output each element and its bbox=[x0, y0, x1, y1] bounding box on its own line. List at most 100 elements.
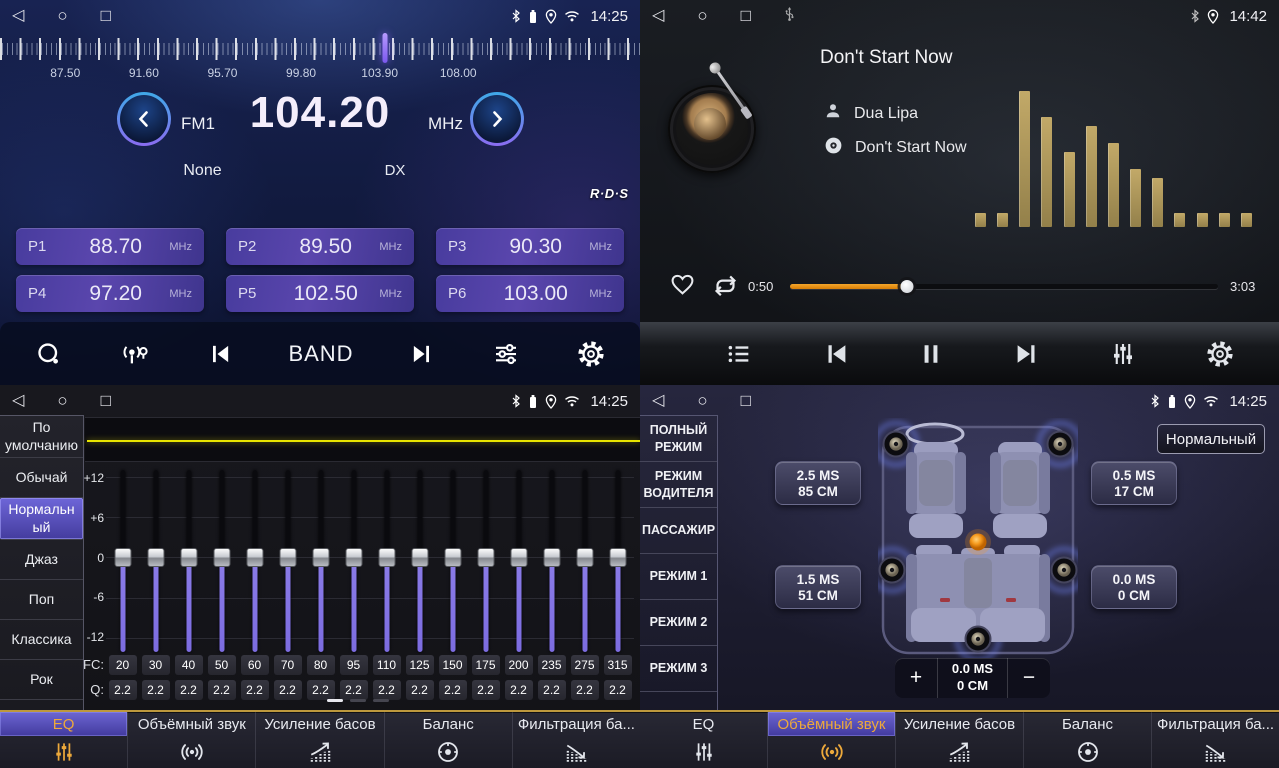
delay-rear-right-button[interactable]: 0.0 MS 0 CM bbox=[1091, 565, 1177, 609]
band-frequency-value[interactable]: 235 bbox=[538, 655, 566, 675]
playlist-icon[interactable] bbox=[724, 340, 754, 368]
slider-knob[interactable] bbox=[378, 548, 395, 567]
previous-icon[interactable] bbox=[206, 340, 234, 368]
band-gain-slider[interactable] bbox=[502, 470, 535, 652]
band-frequency-value[interactable]: 60 bbox=[241, 655, 269, 675]
slider-knob[interactable] bbox=[312, 548, 329, 567]
band-q-value[interactable]: 2.2 bbox=[406, 680, 434, 700]
band-gain-slider[interactable] bbox=[337, 470, 370, 652]
band-q-value[interactable]: 2.2 bbox=[571, 680, 599, 700]
slider-knob[interactable] bbox=[246, 548, 263, 567]
slider-knob[interactable] bbox=[609, 548, 626, 567]
band-q-value[interactable]: 2.2 bbox=[274, 680, 302, 700]
nav-recents-icon[interactable] bbox=[101, 7, 111, 25]
slider-knob[interactable] bbox=[345, 548, 362, 567]
slider-knob[interactable] bbox=[213, 548, 230, 567]
band-gain-slider[interactable] bbox=[106, 470, 139, 652]
increase-button[interactable]: + bbox=[895, 658, 937, 698]
listening-mode-item[interactable]: ПОЛНЫЙ РЕЖИМ bbox=[640, 416, 717, 462]
band-q-value[interactable]: 2.2 bbox=[109, 680, 137, 700]
band-frequency-value[interactable]: 275 bbox=[571, 655, 599, 675]
slider-knob[interactable] bbox=[444, 548, 461, 567]
audio-settings-icon[interactable] bbox=[491, 339, 521, 369]
band-gain-slider[interactable] bbox=[205, 470, 238, 652]
band-q-value[interactable]: 2.2 bbox=[142, 680, 170, 700]
preset-button[interactable]: P1 88.70 MHz bbox=[16, 228, 204, 265]
band-q-value[interactable]: 2.2 bbox=[175, 680, 203, 700]
nav-back-icon[interactable] bbox=[652, 8, 664, 24]
band-gain-slider[interactable] bbox=[271, 470, 304, 652]
audio-tab[interactable]: Баланс bbox=[1023, 712, 1151, 768]
listening-mode-item[interactable]: РЕЖИМ 1 bbox=[640, 554, 717, 600]
delay-front-right-button[interactable]: 0.5 MS 17 CM bbox=[1091, 461, 1177, 505]
slider-knob[interactable] bbox=[180, 548, 197, 567]
band-frequency-value[interactable]: 30 bbox=[142, 655, 170, 675]
slider-knob[interactable] bbox=[279, 548, 296, 567]
band-gain-slider[interactable] bbox=[172, 470, 205, 652]
band-frequency-value[interactable]: 315 bbox=[604, 655, 632, 675]
band-gain-slider[interactable] bbox=[469, 470, 502, 652]
nav-recents-icon[interactable] bbox=[741, 7, 751, 25]
band-gain-slider[interactable] bbox=[304, 470, 337, 652]
preset-button[interactable]: P6 103.00 MHz bbox=[436, 275, 624, 312]
audio-tab[interactable]: EQ bbox=[0, 712, 127, 768]
progress-bar[interactable] bbox=[790, 284, 1218, 289]
band-q-value[interactable]: 2.2 bbox=[373, 680, 401, 700]
listening-mode-item[interactable]: РЕЖИМ 3 bbox=[640, 646, 717, 692]
band-frequency-value[interactable]: 110 bbox=[373, 655, 401, 675]
audio-tab[interactable]: Фильтрация ба... bbox=[1151, 712, 1279, 768]
nav-recents-icon[interactable] bbox=[741, 392, 751, 410]
settings-gear-icon[interactable] bbox=[1205, 339, 1235, 369]
band-gain-slider[interactable] bbox=[568, 470, 601, 652]
tune-up-button[interactable] bbox=[470, 92, 524, 146]
next-icon[interactable] bbox=[408, 340, 436, 368]
band-gain-slider[interactable] bbox=[139, 470, 172, 652]
progress-knob[interactable] bbox=[900, 280, 913, 293]
slider-knob[interactable] bbox=[147, 548, 164, 567]
listening-mode-item[interactable]: РЕЖИМ ВОДИТЕЛЯ bbox=[640, 462, 717, 508]
decrease-button[interactable]: − bbox=[1008, 658, 1050, 698]
broadcast-icon[interactable] bbox=[119, 339, 151, 369]
favorite-icon[interactable] bbox=[669, 271, 696, 301]
band-q-value[interactable]: 2.2 bbox=[505, 680, 533, 700]
next-track-icon[interactable] bbox=[1012, 339, 1042, 369]
previous-track-icon[interactable] bbox=[821, 339, 851, 369]
delay-rear-left-button[interactable]: 1.5 MS 51 CM bbox=[775, 565, 861, 609]
slider-knob[interactable] bbox=[576, 548, 593, 567]
repeat-icon[interactable] bbox=[710, 272, 741, 304]
settings-gear-icon[interactable] bbox=[576, 339, 606, 369]
band-q-value[interactable]: 2.2 bbox=[340, 680, 368, 700]
audio-tab[interactable]: Объёмный звук bbox=[127, 712, 255, 768]
band-gain-slider[interactable] bbox=[601, 470, 634, 652]
preset-button[interactable]: P2 89.50 MHz bbox=[226, 228, 414, 265]
band-q-value[interactable]: 2.2 bbox=[208, 680, 236, 700]
audio-tab[interactable]: Объёмный звук bbox=[767, 712, 895, 768]
band-q-value[interactable]: 2.2 bbox=[472, 680, 500, 700]
band-frequency-value[interactable]: 200 bbox=[505, 655, 533, 675]
eq-preset-item[interactable]: По умолчанию bbox=[0, 416, 83, 458]
nav-recents-icon[interactable] bbox=[101, 392, 111, 410]
band-frequency-value[interactable]: 70 bbox=[274, 655, 302, 675]
mixer-icon[interactable] bbox=[1108, 339, 1138, 369]
band-q-value[interactable]: 2.2 bbox=[538, 680, 566, 700]
band-gain-slider[interactable] bbox=[436, 470, 469, 652]
listening-mode-item[interactable]: ПАССАЖИР bbox=[640, 508, 717, 554]
preset-button[interactable]: P5 102.50 MHz bbox=[226, 275, 414, 312]
slider-knob[interactable] bbox=[543, 548, 560, 567]
audio-tab[interactable]: Фильтрация ба... bbox=[512, 712, 640, 768]
audio-tab[interactable]: Баланс bbox=[384, 712, 512, 768]
band-frequency-value[interactable]: 95 bbox=[340, 655, 368, 675]
slider-knob[interactable] bbox=[411, 548, 428, 567]
slider-knob[interactable] bbox=[510, 548, 527, 567]
listening-mode-item[interactable]: РЕЖИМ 2 bbox=[640, 600, 717, 646]
band-frequency-value[interactable]: 50 bbox=[208, 655, 236, 675]
band-frequency-value[interactable]: 150 bbox=[439, 655, 467, 675]
band-gain-slider[interactable] bbox=[238, 470, 271, 652]
band-gain-slider[interactable] bbox=[370, 470, 403, 652]
nav-home-icon[interactable] bbox=[697, 7, 707, 25]
audio-tab[interactable]: Усиление басов bbox=[895, 712, 1023, 768]
band-q-value[interactable]: 2.2 bbox=[307, 680, 335, 700]
band-q-value[interactable]: 2.2 bbox=[241, 680, 269, 700]
delay-front-left-button[interactable]: 2.5 MS 85 CM bbox=[775, 461, 861, 505]
nav-home-icon[interactable] bbox=[57, 392, 67, 410]
